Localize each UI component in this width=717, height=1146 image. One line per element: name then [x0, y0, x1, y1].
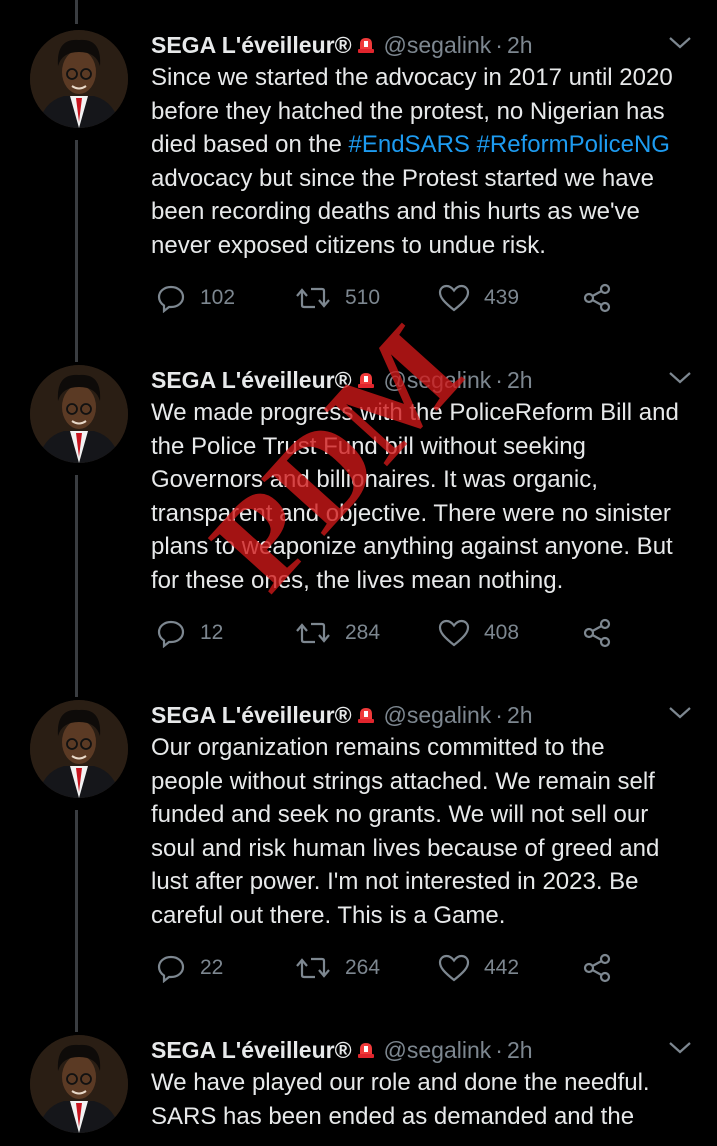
tweet-time[interactable]: 2h — [507, 1037, 533, 1063]
heart-icon — [438, 284, 470, 312]
tweet-text-part: advocacy but since the Protest started w… — [151, 164, 654, 259]
reply-button[interactable]: 102 — [156, 280, 235, 316]
author-name[interactable]: SEGA L'éveilleur® — [151, 702, 352, 728]
siren-icon — [356, 1037, 376, 1058]
like-count: 442 — [484, 956, 520, 979]
reply-icon — [157, 620, 185, 648]
avatar[interactable] — [30, 1035, 128, 1133]
heart-icon — [438, 954, 470, 982]
like-count: 439 — [484, 286, 520, 309]
tweet-time[interactable]: 2h — [507, 32, 533, 58]
chevron-down-icon[interactable] — [666, 32, 694, 54]
retweet-icon — [296, 622, 330, 644]
retweet-count: 510 — [345, 286, 381, 309]
reply-icon — [157, 285, 185, 313]
siren-icon — [356, 367, 376, 388]
share-icon — [583, 953, 611, 983]
share-button[interactable] — [581, 950, 627, 986]
tweet-text: Our organization remains committed to th… — [151, 734, 660, 929]
author-handle[interactable]: @segalink — [384, 702, 492, 728]
author-handle[interactable]: @segalink — [384, 1037, 492, 1063]
tweet-header: SEGA L'éveilleur® @segalink · 2h — [151, 365, 533, 395]
tweet-header: SEGA L'éveilleur® @segalink · 2h — [151, 30, 533, 60]
separator-dot: · — [495, 1037, 503, 1063]
author-name[interactable]: SEGA L'éveilleur® — [151, 367, 352, 393]
reply-button[interactable]: 22 — [156, 950, 223, 986]
hashtag-link[interactable]: #EndSARS — [349, 131, 470, 158]
retweet-count: 264 — [345, 956, 381, 979]
hashtag-link[interactable]: #ReformPoliceNG — [477, 131, 670, 158]
tweet-actions: 22 264 442 — [151, 950, 671, 986]
thread-line-top — [75, 0, 78, 24]
siren-icon — [356, 32, 376, 53]
like-button[interactable]: 408 — [438, 615, 519, 651]
author-handle[interactable]: @segalink — [384, 32, 492, 58]
tweet[interactable]: SEGA L'éveilleur® @segalink · 2h We have pl… — [0, 1035, 717, 1146]
tweet[interactable]: SEGA L'éveilleur® @segalink · 2h Our organi… — [0, 700, 717, 1000]
retweet-button[interactable]: 510 — [295, 280, 380, 316]
retweet-button[interactable]: 264 — [295, 950, 380, 986]
separator-dot: · — [495, 702, 503, 728]
tweet[interactable]: SEGA L'éveilleur® @segalink · 2h We made pr… — [0, 365, 717, 665]
chevron-down-icon[interactable] — [666, 367, 694, 389]
avatar[interactable] — [30, 700, 128, 798]
avatar[interactable] — [30, 30, 128, 128]
tweet-actions: 102 510 439 — [151, 280, 671, 316]
tweet[interactable]: SEGA L'éveilleur® @segalink · 2h Since we s… — [0, 30, 717, 330]
tweet-text: We have played our role and done the nee… — [151, 1069, 650, 1130]
reply-count: 22 — [200, 956, 224, 979]
reply-button[interactable]: 12 — [156, 615, 223, 651]
chevron-down-icon[interactable] — [666, 702, 694, 724]
retweet-icon — [296, 287, 330, 309]
siren-icon — [356, 702, 376, 723]
like-button[interactable]: 439 — [438, 280, 519, 316]
tweet-time[interactable]: 2h — [507, 702, 533, 728]
author-name[interactable]: SEGA L'éveilleur® — [151, 32, 352, 58]
tweet-time[interactable]: 2h — [507, 367, 533, 393]
reply-icon — [157, 955, 185, 983]
retweet-icon — [296, 957, 330, 979]
like-count: 408 — [484, 621, 520, 644]
avatar[interactable] — [30, 365, 128, 463]
reply-count: 12 — [200, 621, 224, 644]
author-handle[interactable]: @segalink — [384, 367, 492, 393]
separator-dot: · — [495, 367, 503, 393]
tweet-text: Since we started the advocacy in 2017 un… — [151, 61, 711, 262]
tweet-text: We made progress with the PoliceReform B… — [151, 399, 679, 594]
share-button[interactable] — [581, 615, 627, 651]
author-name[interactable]: SEGA L'éveilleur® — [151, 1037, 352, 1063]
reply-count: 102 — [200, 286, 236, 309]
retweet-count: 284 — [345, 621, 381, 644]
chevron-down-icon[interactable] — [666, 1037, 694, 1059]
tweet-actions: 12 284 408 — [151, 615, 671, 651]
tweet-header: SEGA L'éveilleur® @segalink · 2h — [151, 700, 533, 730]
heart-icon — [438, 619, 470, 647]
share-icon — [583, 618, 611, 648]
separator-dot: · — [495, 32, 503, 58]
retweet-button[interactable]: 284 — [295, 615, 380, 651]
like-button[interactable]: 442 — [438, 950, 519, 986]
share-icon — [583, 283, 611, 313]
share-button[interactable] — [581, 280, 627, 316]
tweet-header: SEGA L'éveilleur® @segalink · 2h — [151, 1035, 533, 1065]
